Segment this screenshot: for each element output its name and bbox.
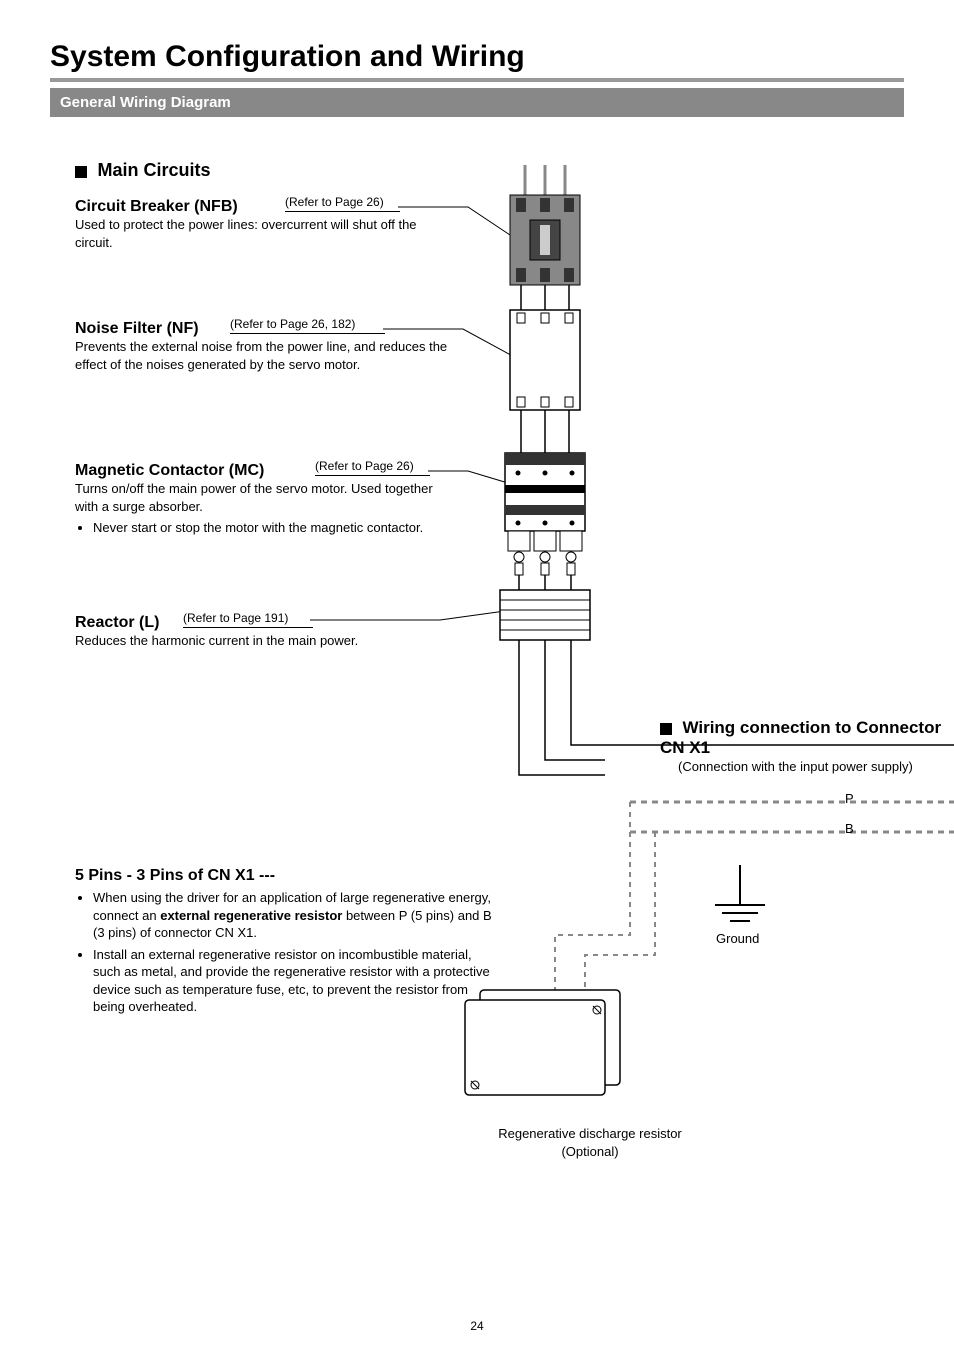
page-title: System Configuration and Wiring [50,40,904,82]
bullet-square-icon [75,166,87,178]
pins-bullet-2: Install an external regenerative resisto… [93,946,495,1016]
label-p: P [845,790,854,808]
magnetic-contactor-bullet: Never start or stop the motor with the m… [93,519,455,537]
page-number: 24 [0,1319,954,1333]
reactor-ref: (Refer to Page 191) [183,611,288,625]
reactor-desc: Reduces the harmonic current in the main… [75,632,415,650]
circuit-breaker-desc: Used to protect the power lines: overcur… [75,216,425,251]
reactor-title: Reactor (L) [75,614,159,631]
pins-bullet-1: When using the driver for an application… [93,889,495,942]
regen-caption-line2: (Optional) [455,1143,725,1161]
magnetic-contactor-ref: (Refer to Page 26) [315,459,414,473]
pins-title: 5 Pins - 3 Pins of CN X1 --- [75,867,495,885]
circuit-breaker-ref: (Refer to Page 26) [285,195,384,209]
regen-caption-line1: Regenerative discharge resistor [455,1125,725,1143]
main-circuits-heading: Main Circuits [97,160,210,180]
noise-filter-ref: (Refer to Page 26, 182) [230,317,355,331]
noise-filter-title: Noise Filter (NF) [75,320,199,337]
label-ground: Ground [716,930,759,948]
wiring-diagram-icon [460,165,954,1155]
circuit-breaker-title: Circuit Breaker (NFB) [75,198,238,215]
magnetic-contactor-desc: Turns on/off the main power of the servo… [75,480,455,515]
section-bar: General Wiring Diagram [50,88,904,117]
label-b: B [845,820,854,838]
magnetic-contactor-title: Magnetic Contactor (MC) [75,462,264,479]
